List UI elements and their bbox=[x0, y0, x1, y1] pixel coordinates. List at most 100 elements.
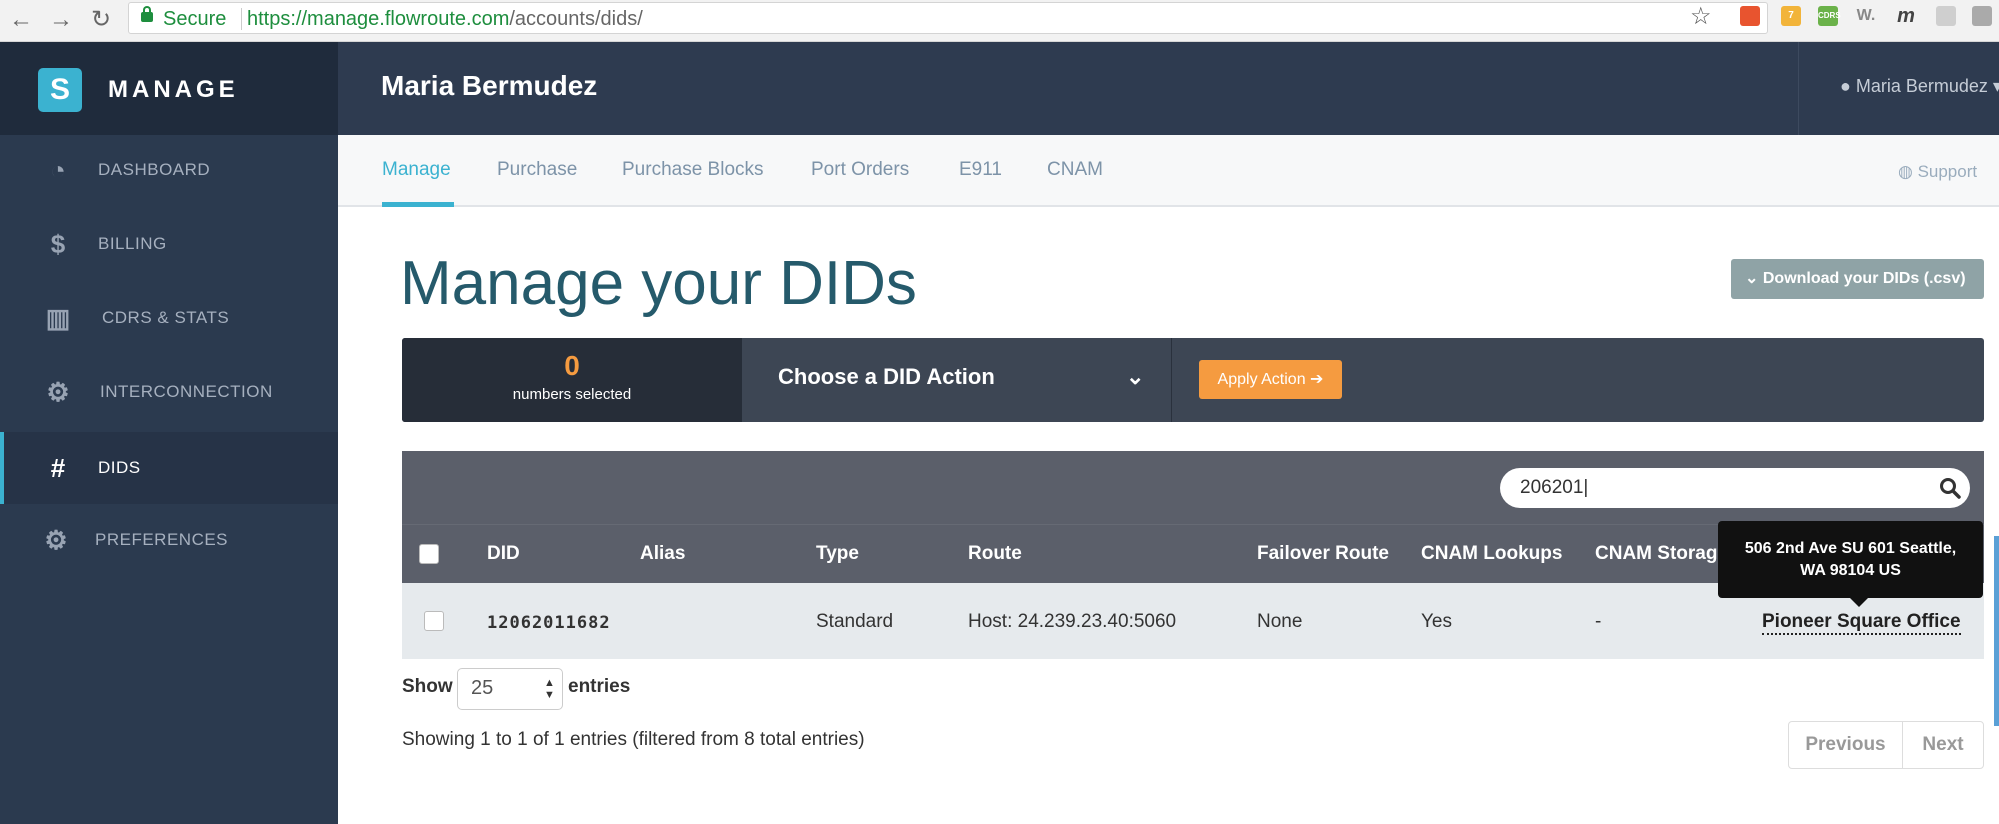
tab-e911[interactable]: E911 bbox=[959, 159, 1002, 181]
column-header-alias[interactable]: Alias bbox=[640, 543, 685, 565]
previous-page-button[interactable]: Previous bbox=[1789, 722, 1903, 768]
sidebar-item-interconnection[interactable]: ⚙ INTERCONNECTION bbox=[0, 356, 338, 428]
header-divider bbox=[1798, 42, 1799, 135]
brand[interactable]: S MANAGE bbox=[0, 42, 338, 135]
chevron-down-icon: ⌄ bbox=[1126, 364, 1145, 389]
column-header-cnam-storage[interactable]: CNAM Storag bbox=[1595, 543, 1717, 565]
extension-w-icon[interactable]: W. bbox=[1856, 6, 1876, 26]
e911-address-tooltip: 506 2nd Ave SU 601 Seattle, WA 98104 US bbox=[1718, 521, 1983, 598]
support-label: Support bbox=[1917, 162, 1978, 181]
extension-m-icon[interactable]: m bbox=[1896, 6, 1916, 26]
secure-label: Secure bbox=[163, 8, 227, 30]
sidebar-item-label: BILLING bbox=[98, 234, 167, 253]
url-separator bbox=[241, 8, 242, 30]
sidebar-item-dids[interactable]: # DIDS bbox=[0, 432, 338, 504]
support-link[interactable]: ◍ Support bbox=[1898, 162, 1977, 182]
table-info: Showing 1 to 1 of 1 entries (filtered fr… bbox=[402, 729, 865, 750]
column-header-did[interactable]: DID bbox=[487, 543, 520, 565]
extension-cdrs-label: CDRS bbox=[1818, 11, 1841, 20]
tab-purchase[interactable]: Purchase bbox=[497, 159, 577, 181]
sidebar-item-label: DIDS bbox=[98, 458, 141, 477]
download-csv-button[interactable]: ⌄ Download your DIDs (.csv) bbox=[1731, 259, 1984, 299]
e911-address-link[interactable]: Pioneer Square Office bbox=[1762, 611, 1961, 635]
tab-port-orders[interactable]: Port Orders bbox=[811, 159, 909, 181]
did-type: Standard bbox=[816, 611, 894, 632]
page-title: Manage your DIDs bbox=[400, 249, 917, 318]
download-label: Download your DIDs (.csv) bbox=[1762, 270, 1966, 287]
address-bar[interactable]: Secure https://manage.flowroute.com/acco… bbox=[128, 2, 1768, 34]
url-host: https://manage.flowroute.com bbox=[247, 8, 510, 30]
sidebar-item-label: PREFERENCES bbox=[95, 530, 229, 549]
sidebar-item-label: INTERCONNECTION bbox=[100, 382, 273, 401]
did-cnam-storage: - bbox=[1595, 611, 1602, 632]
tab-manage[interactable]: Manage bbox=[382, 159, 451, 181]
scrollbar[interactable] bbox=[1994, 536, 1999, 726]
did-action-select[interactable]: Choose a DID Action ⌄ bbox=[742, 338, 1172, 422]
hashtag-icon: # bbox=[50, 453, 66, 483]
next-page-button[interactable]: Next bbox=[1903, 722, 1983, 768]
tab-purchase-blocks[interactable]: Purchase Blocks bbox=[622, 159, 764, 181]
column-header-cnam-lookups[interactable]: CNAM Lookups bbox=[1421, 543, 1562, 565]
top-header: Maria Bermudez ● Maria Bermudez ▾ bbox=[338, 42, 1999, 135]
selected-count: 0 bbox=[564, 350, 580, 381]
extension-badge-icon[interactable]: 7 bbox=[1781, 6, 1801, 26]
lock-icon bbox=[141, 6, 153, 22]
sidebar-item-cdrs-stats[interactable]: ▥ CDRS & STATS bbox=[0, 282, 338, 354]
sidebar-item-billing[interactable]: $ BILLING bbox=[0, 208, 338, 280]
tab-cnam[interactable]: CNAM bbox=[1047, 159, 1103, 181]
extension-w-label: W. bbox=[1856, 7, 1876, 24]
sidebar-item-dashboard[interactable]: ◔ DASHBOARD bbox=[0, 134, 338, 206]
row-checkbox[interactable] bbox=[424, 611, 444, 631]
brand-name: MANAGE bbox=[108, 76, 239, 103]
reload-icon[interactable]: ↻ bbox=[84, 3, 118, 37]
search-value: 206201| bbox=[1520, 477, 1589, 498]
user-menu-label: Maria Bermudez ▾ bbox=[1855, 76, 1999, 96]
did-cnam-lookups: Yes bbox=[1421, 611, 1452, 632]
show-label: Show bbox=[402, 676, 453, 697]
page-size-select[interactable]: 25 ▲ ▼ bbox=[457, 668, 563, 710]
page-size-value: 25 bbox=[471, 677, 494, 699]
bar-chart-icon: ▥ bbox=[45, 303, 71, 333]
extension-person-icon[interactable] bbox=[1936, 6, 1956, 26]
did-route: Host: 24.239.23.40:5060 bbox=[968, 611, 1177, 632]
account-name: Maria Bermudez bbox=[381, 70, 598, 101]
back-icon[interactable]: ← bbox=[4, 3, 38, 37]
extension-m-label: m bbox=[1897, 5, 1915, 27]
url-path: /accounts/dids/ bbox=[509, 8, 643, 30]
selected-label: numbers selected bbox=[512, 386, 632, 403]
gears-icon: ⚙ bbox=[46, 377, 70, 407]
globe-icon: ◍ bbox=[1898, 162, 1918, 181]
search-icon[interactable] bbox=[1938, 476, 1962, 500]
column-header-failover-route[interactable]: Failover Route bbox=[1257, 543, 1389, 565]
column-header-type[interactable]: Type bbox=[816, 543, 859, 565]
stepper-arrows-icon: ▲ ▼ bbox=[544, 677, 555, 701]
extension-cdrs-icon[interactable]: CDRS bbox=[1818, 6, 1841, 26]
dashboard-gauge-icon: ◔ bbox=[50, 155, 66, 185]
search-input[interactable]: 206201| bbox=[1500, 468, 1970, 508]
did-number[interactable]: 12062011682 bbox=[487, 613, 611, 633]
extension-badge-count: 7 bbox=[1788, 10, 1794, 21]
tooltip-arrow bbox=[1850, 598, 1868, 607]
select-all-checkbox[interactable] bbox=[419, 544, 439, 564]
sidebar: S MANAGE ◔ DASHBOARD $ BILLING ▥ CDRS & … bbox=[0, 42, 338, 824]
flowroute-logo-icon: S bbox=[38, 68, 82, 112]
user-menu[interactable]: ● Maria Bermudez ▾ bbox=[1840, 76, 1999, 97]
did-action-bar: 0 numbers selected Choose a DID Action ⌄… bbox=[402, 338, 1984, 422]
forward-icon[interactable]: → bbox=[44, 3, 78, 37]
subnav-tabs: Manage Purchase Purchase Blocks Port Ord… bbox=[338, 135, 1999, 207]
extension-arrow-icon[interactable] bbox=[1740, 6, 1760, 26]
url-text[interactable]: https://manage.flowroute.com/accounts/di… bbox=[247, 8, 643, 31]
user-icon: ● bbox=[1840, 76, 1856, 96]
tooltip-line-1: 506 2nd Ave SU 601 Seattle, bbox=[1744, 540, 1957, 557]
column-header-route[interactable]: Route bbox=[968, 543, 1022, 565]
browser-toolbar: ← → ↻ Secure https://manage.flowroute.co… bbox=[0, 0, 1999, 42]
billing-money-icon: $ bbox=[50, 229, 66, 259]
active-tab-indicator bbox=[382, 202, 454, 207]
sidebar-item-preferences[interactable]: ⚙ PREFERENCES bbox=[0, 504, 338, 576]
bookmark-star-icon[interactable]: ☆ bbox=[1690, 2, 1712, 31]
extension-camera-icon[interactable] bbox=[1972, 6, 1992, 26]
apply-action-button[interactable]: Apply Action ➔ bbox=[1199, 360, 1342, 399]
selection-summary: 0 numbers selected bbox=[402, 338, 742, 422]
did-action-select-label: Choose a DID Action bbox=[778, 364, 995, 389]
pagination: Previous Next bbox=[1788, 721, 1984, 769]
